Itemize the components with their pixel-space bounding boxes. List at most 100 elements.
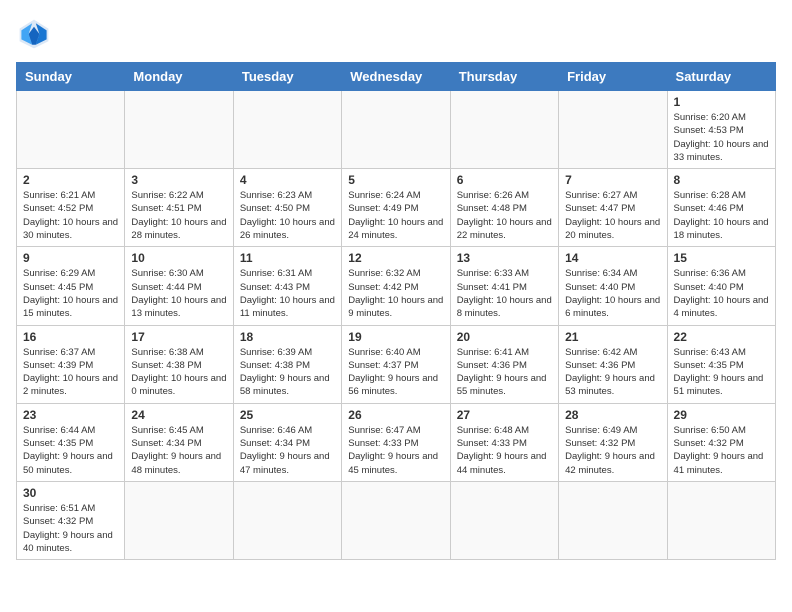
day-number: 8 bbox=[674, 173, 769, 187]
day-number: 20 bbox=[457, 330, 552, 344]
generalblue-logo-icon bbox=[16, 16, 52, 52]
day-number: 19 bbox=[348, 330, 443, 344]
calendar-cell bbox=[342, 91, 450, 169]
calendar-week-3: 9 Sunrise: 6:29 AM Sunset: 4:45 PM Daylig… bbox=[17, 247, 776, 325]
calendar-cell: 29 Sunrise: 6:50 AM Sunset: 4:32 PM Dayli… bbox=[667, 403, 775, 481]
day-number: 26 bbox=[348, 408, 443, 422]
calendar-cell bbox=[342, 481, 450, 559]
calendar-cell bbox=[17, 91, 125, 169]
calendar-cell: 1 Sunrise: 6:20 AM Sunset: 4:53 PM Daylig… bbox=[667, 91, 775, 169]
calendar-table: SundayMondayTuesdayWednesdayThursdayFrid… bbox=[16, 62, 776, 560]
day-info: Sunrise: 6:47 AM Sunset: 4:33 PM Dayligh… bbox=[348, 424, 443, 477]
calendar-cell: 6 Sunrise: 6:26 AM Sunset: 4:48 PM Daylig… bbox=[450, 169, 558, 247]
calendar-cell: 21 Sunrise: 6:42 AM Sunset: 4:36 PM Dayli… bbox=[559, 325, 667, 403]
day-info: Sunrise: 6:51 AM Sunset: 4:32 PM Dayligh… bbox=[23, 502, 118, 555]
calendar-cell: 2Sunrise: 6:21 AM Sunset: 4:52 PM Daylig… bbox=[17, 169, 125, 247]
day-info: Sunrise: 6:42 AM Sunset: 4:36 PM Dayligh… bbox=[565, 346, 660, 399]
day-number: 4 bbox=[240, 173, 335, 187]
calendar-cell: 4 Sunrise: 6:23 AM Sunset: 4:50 PM Daylig… bbox=[233, 169, 341, 247]
day-info: Sunrise: 6:22 AM Sunset: 4:51 PM Dayligh… bbox=[131, 189, 226, 242]
day-info: Sunrise: 6:32 AM Sunset: 4:42 PM Dayligh… bbox=[348, 267, 443, 320]
day-number: 25 bbox=[240, 408, 335, 422]
calendar-cell: 18Sunrise: 6:39 AM Sunset: 4:38 PM Dayli… bbox=[233, 325, 341, 403]
day-info: Sunrise: 6:41 AM Sunset: 4:36 PM Dayligh… bbox=[457, 346, 552, 399]
calendar-cell: 20 Sunrise: 6:41 AM Sunset: 4:36 PM Dayli… bbox=[450, 325, 558, 403]
day-number: 22 bbox=[674, 330, 769, 344]
calendar-cell bbox=[233, 91, 341, 169]
calendar-cell: 28 Sunrise: 6:49 AM Sunset: 4:32 PM Dayli… bbox=[559, 403, 667, 481]
day-info: Sunrise: 6:26 AM Sunset: 4:48 PM Dayligh… bbox=[457, 189, 552, 242]
day-info: Sunrise: 6:20 AM Sunset: 4:53 PM Dayligh… bbox=[674, 111, 769, 164]
day-info: Sunrise: 6:46 AM Sunset: 4:34 PM Dayligh… bbox=[240, 424, 335, 477]
day-number: 5 bbox=[348, 173, 443, 187]
page-header bbox=[16, 16, 776, 52]
calendar-cell: 22 Sunrise: 6:43 AM Sunset: 4:35 PM Dayli… bbox=[667, 325, 775, 403]
day-info: Sunrise: 6:29 AM Sunset: 4:45 PM Dayligh… bbox=[23, 267, 118, 320]
weekday-header-sunday: Sunday bbox=[17, 63, 125, 91]
day-number: 11 bbox=[240, 251, 335, 265]
calendar-cell bbox=[559, 481, 667, 559]
day-number: 28 bbox=[565, 408, 660, 422]
calendar-cell bbox=[450, 481, 558, 559]
calendar-cell: 30 Sunrise: 6:51 AM Sunset: 4:32 PM Dayli… bbox=[17, 481, 125, 559]
day-number: 17 bbox=[131, 330, 226, 344]
day-number: 9 bbox=[23, 251, 118, 265]
calendar-cell: 23Sunrise: 6:44 AM Sunset: 4:35 PM Dayli… bbox=[17, 403, 125, 481]
day-info: Sunrise: 6:37 AM Sunset: 4:39 PM Dayligh… bbox=[23, 346, 118, 399]
calendar-cell bbox=[450, 91, 558, 169]
day-number: 23 bbox=[23, 408, 118, 422]
calendar-cell: 25 Sunrise: 6:46 AM Sunset: 4:34 PM Dayli… bbox=[233, 403, 341, 481]
day-info: Sunrise: 6:48 AM Sunset: 4:33 PM Dayligh… bbox=[457, 424, 552, 477]
day-info: Sunrise: 6:30 AM Sunset: 4:44 PM Dayligh… bbox=[131, 267, 226, 320]
calendar-cell: 24Sunrise: 6:45 AM Sunset: 4:34 PM Dayli… bbox=[125, 403, 233, 481]
day-number: 1 bbox=[674, 95, 769, 109]
calendar-cell: 27Sunrise: 6:48 AM Sunset: 4:33 PM Dayli… bbox=[450, 403, 558, 481]
day-info: Sunrise: 6:34 AM Sunset: 4:40 PM Dayligh… bbox=[565, 267, 660, 320]
logo bbox=[16, 16, 56, 52]
day-info: Sunrise: 6:49 AM Sunset: 4:32 PM Dayligh… bbox=[565, 424, 660, 477]
calendar-cell: 14 Sunrise: 6:34 AM Sunset: 4:40 PM Dayli… bbox=[559, 247, 667, 325]
day-number: 15 bbox=[674, 251, 769, 265]
calendar-cell bbox=[125, 481, 233, 559]
calendar-cell: 12 Sunrise: 6:32 AM Sunset: 4:42 PM Dayli… bbox=[342, 247, 450, 325]
calendar-cell: 13Sunrise: 6:33 AM Sunset: 4:41 PM Dayli… bbox=[450, 247, 558, 325]
calendar-cell bbox=[125, 91, 233, 169]
calendar-cell: 5 Sunrise: 6:24 AM Sunset: 4:49 PM Daylig… bbox=[342, 169, 450, 247]
day-info: Sunrise: 6:24 AM Sunset: 4:49 PM Dayligh… bbox=[348, 189, 443, 242]
day-info: Sunrise: 6:50 AM Sunset: 4:32 PM Dayligh… bbox=[674, 424, 769, 477]
calendar-cell bbox=[667, 481, 775, 559]
day-info: Sunrise: 6:31 AM Sunset: 4:43 PM Dayligh… bbox=[240, 267, 335, 320]
day-number: 6 bbox=[457, 173, 552, 187]
day-info: Sunrise: 6:43 AM Sunset: 4:35 PM Dayligh… bbox=[674, 346, 769, 399]
calendar-cell: 8 Sunrise: 6:28 AM Sunset: 4:46 PM Daylig… bbox=[667, 169, 775, 247]
day-info: Sunrise: 6:21 AM Sunset: 4:52 PM Dayligh… bbox=[23, 189, 118, 242]
calendar-week-1: 1 Sunrise: 6:20 AM Sunset: 4:53 PM Daylig… bbox=[17, 91, 776, 169]
day-number: 21 bbox=[565, 330, 660, 344]
day-number: 14 bbox=[565, 251, 660, 265]
calendar-cell: 26 Sunrise: 6:47 AM Sunset: 4:33 PM Dayli… bbox=[342, 403, 450, 481]
calendar-cell: 3 Sunrise: 6:22 AM Sunset: 4:51 PM Daylig… bbox=[125, 169, 233, 247]
day-number: 12 bbox=[348, 251, 443, 265]
day-info: Sunrise: 6:38 AM Sunset: 4:38 PM Dayligh… bbox=[131, 346, 226, 399]
day-number: 3 bbox=[131, 173, 226, 187]
calendar-cell: 15 Sunrise: 6:36 AM Sunset: 4:40 PM Dayli… bbox=[667, 247, 775, 325]
day-number: 30 bbox=[23, 486, 118, 500]
calendar-cell: 9 Sunrise: 6:29 AM Sunset: 4:45 PM Daylig… bbox=[17, 247, 125, 325]
day-number: 7 bbox=[565, 173, 660, 187]
calendar-week-5: 23Sunrise: 6:44 AM Sunset: 4:35 PM Dayli… bbox=[17, 403, 776, 481]
day-info: Sunrise: 6:23 AM Sunset: 4:50 PM Dayligh… bbox=[240, 189, 335, 242]
calendar-cell bbox=[233, 481, 341, 559]
calendar-week-2: 2Sunrise: 6:21 AM Sunset: 4:52 PM Daylig… bbox=[17, 169, 776, 247]
day-info: Sunrise: 6:36 AM Sunset: 4:40 PM Dayligh… bbox=[674, 267, 769, 320]
day-info: Sunrise: 6:28 AM Sunset: 4:46 PM Dayligh… bbox=[674, 189, 769, 242]
calendar-week-6: 30 Sunrise: 6:51 AM Sunset: 4:32 PM Dayli… bbox=[17, 481, 776, 559]
day-number: 29 bbox=[674, 408, 769, 422]
day-info: Sunrise: 6:45 AM Sunset: 4:34 PM Dayligh… bbox=[131, 424, 226, 477]
weekday-header-thursday: Thursday bbox=[450, 63, 558, 91]
calendar-cell bbox=[559, 91, 667, 169]
calendar-week-4: 16Sunrise: 6:37 AM Sunset: 4:39 PM Dayli… bbox=[17, 325, 776, 403]
calendar-cell: 10Sunrise: 6:30 AM Sunset: 4:44 PM Dayli… bbox=[125, 247, 233, 325]
calendar-cell: 11 Sunrise: 6:31 AM Sunset: 4:43 PM Dayli… bbox=[233, 247, 341, 325]
calendar-cell: 17 Sunrise: 6:38 AM Sunset: 4:38 PM Dayli… bbox=[125, 325, 233, 403]
calendar-cell: 7Sunrise: 6:27 AM Sunset: 4:47 PM Daylig… bbox=[559, 169, 667, 247]
